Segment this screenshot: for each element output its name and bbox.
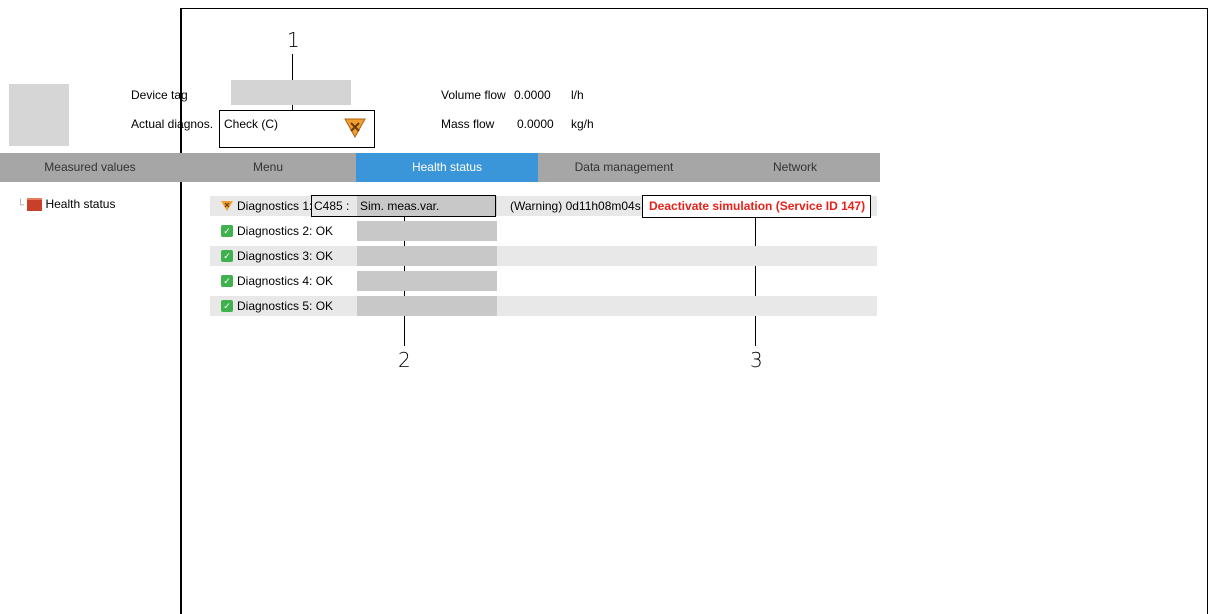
diagnostics-2-label: Diagnostics 2: OK — [237, 224, 334, 238]
check-icon: ✓ — [221, 225, 233, 237]
diagnostics-4-bar — [357, 271, 497, 291]
diagnostics-1-label: Diagnostics 1: — [237, 199, 313, 213]
actual-diag-label: Actual diagnos. — [131, 117, 214, 131]
actual-diagnosis-value: Check (C) — [224, 117, 279, 131]
callout-2: 2 — [398, 348, 411, 372]
callout-1: 1 — [287, 28, 300, 52]
remedy-text: Deactivate simulation (Service ID 147) — [649, 199, 866, 213]
mass-flow-label: Mass flow — [441, 117, 495, 131]
tab-menu[interactable]: Menu — [182, 153, 354, 182]
check-icon: ✓ — [221, 300, 233, 312]
diagnostics-row-2: ✓ Diagnostics 2: OK — [210, 221, 877, 241]
mass-flow-unit: kg/h — [571, 117, 594, 131]
tab-network[interactable]: Network — [710, 153, 880, 182]
tree-connector: └ — [17, 200, 25, 211]
diagnostics-code-highlight — [311, 195, 496, 217]
warning-wrench-icon — [221, 201, 233, 211]
check-icon: ✓ — [221, 275, 233, 287]
frame-top-border — [180, 8, 1208, 9]
frame-right-border — [1207, 8, 1208, 614]
diagnostics-5-label: Diagnostics 5: OK — [237, 299, 334, 313]
volume-flow-unit: l/h — [571, 88, 584, 102]
diagnostics-3-bar — [357, 246, 497, 266]
diagnostics-2-bar — [357, 221, 497, 241]
diagnostics-row-4: ✓ Diagnostics 4: OK — [210, 271, 877, 291]
device-logo-placeholder — [9, 84, 69, 146]
diagnostics-3-label: Diagnostics 3: OK — [237, 249, 334, 263]
tab-data-management[interactable]: Data management — [538, 153, 710, 182]
remedy-box[interactable]: Deactivate simulation (Service ID 147) — [642, 195, 871, 218]
callout-3: 3 — [750, 348, 763, 372]
diagnostics-row-3: ✓ Diagnostics 3: OK — [210, 246, 877, 266]
tree-item-health-status[interactable]: Health status — [27, 197, 116, 212]
diagnostics-5-bar — [357, 296, 497, 316]
mass-flow-value: 0.0000 — [517, 117, 554, 131]
check-icon: ✓ — [221, 250, 233, 262]
main-navbar: Measured values Menu Health status Data … — [0, 153, 880, 182]
actual-diagnosis-field: Check (C) — [219, 110, 375, 148]
device-tag-label: Device tag — [131, 88, 188, 102]
volume-flow-value: 0.0000 — [514, 88, 551, 102]
diagnostics-4-label: Diagnostics 4: OK — [237, 274, 334, 288]
navigation-tree: └ Health status — [17, 197, 116, 212]
volume-flow-label: Volume flow — [441, 88, 506, 102]
tab-health-status[interactable]: Health status — [356, 153, 538, 182]
diagnostics-row-5: ✓ Diagnostics 5: OK — [210, 296, 877, 316]
tab-measured-values[interactable]: Measured values — [0, 153, 180, 182]
tree-item-label: Health status — [45, 197, 116, 211]
folder-icon — [27, 198, 43, 212]
wrench-warning-icon — [344, 118, 366, 138]
diagnostics-1-time: (Warning) 0d11h08m04s — [510, 199, 641, 213]
device-tag-field — [231, 80, 351, 105]
